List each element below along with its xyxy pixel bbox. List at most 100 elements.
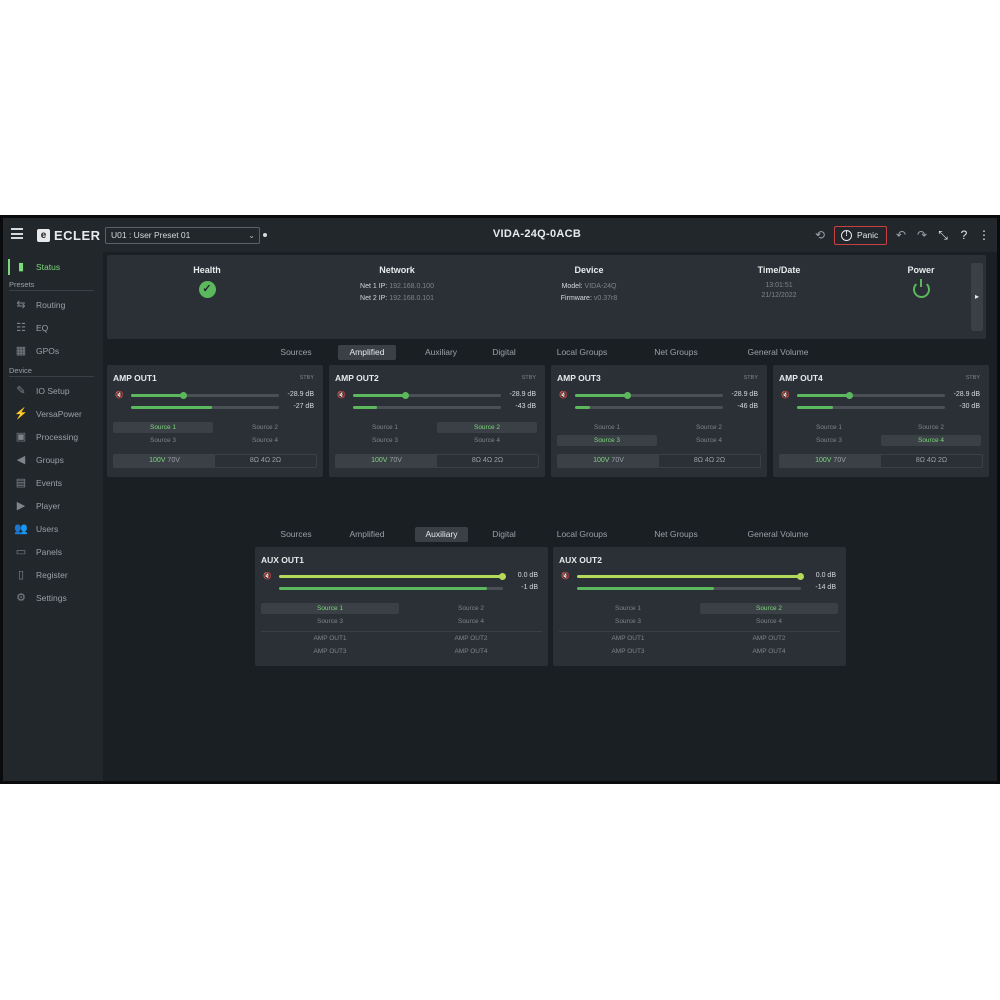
voltage-mode[interactable]: 100V 70V: [336, 455, 437, 467]
source-button[interactable]: Source 3: [779, 435, 879, 446]
source-button[interactable]: Source 2: [437, 422, 537, 433]
panic-button[interactable]: ! Panic: [834, 226, 887, 245]
mute-icon[interactable]: 🔇: [561, 572, 570, 581]
source-button[interactable]: Source 1: [261, 603, 399, 614]
tab-net-groups[interactable]: Net Groups: [641, 527, 711, 542]
amp-source-button[interactable]: AMP OUT4: [700, 646, 838, 657]
volume-knob[interactable]: [797, 573, 804, 580]
source-button[interactable]: Source 4: [881, 435, 981, 446]
source-button[interactable]: Source 4: [659, 435, 759, 446]
source-button[interactable]: Source 1: [335, 422, 435, 433]
redo-icon[interactable]: ↷: [915, 228, 929, 242]
source-button[interactable]: Source 2: [881, 422, 981, 433]
amp-source-button[interactable]: AMP OUT4: [402, 646, 540, 657]
tab-sources[interactable]: Sources: [271, 345, 321, 360]
volume-knob[interactable]: [179, 392, 187, 399]
sidebar-item-settings[interactable]: ⚙ Settings: [3, 589, 103, 607]
source-button[interactable]: Source 4: [215, 435, 315, 446]
mute-icon[interactable]: 🔇: [263, 572, 272, 581]
source-button[interactable]: Source 4: [437, 435, 537, 446]
ohm-mode[interactable]: 8Ω 4Ω 2Ω: [659, 455, 760, 467]
source-button[interactable]: Source 2: [402, 603, 540, 614]
more-icon[interactable]: ⋮: [977, 228, 991, 242]
help-icon[interactable]: ?: [957, 228, 971, 242]
sidebar-item-status[interactable]: ▮ Status: [3, 258, 103, 276]
source-button[interactable]: Source 1: [113, 422, 213, 433]
volume-slider[interactable]: [279, 573, 506, 580]
source-button[interactable]: Source 3: [113, 435, 213, 446]
amp-source-button[interactable]: AMP OUT1: [261, 633, 399, 644]
impedance-selector[interactable]: 100V 70V 8Ω 4Ω 2Ω: [335, 454, 539, 468]
sidebar-item-io-setup[interactable]: ✎ IO Setup: [3, 382, 103, 400]
mute-icon[interactable]: 🔇: [115, 391, 124, 400]
tab-auxiliary[interactable]: Auxiliary: [416, 345, 466, 360]
tab-amplified[interactable]: Amplified: [338, 345, 396, 360]
volume-knob[interactable]: [623, 392, 631, 399]
sidebar-item-users[interactable]: 👥 Users: [3, 520, 103, 538]
tab-amplified[interactable]: Amplified: [338, 527, 396, 542]
ohm-mode[interactable]: 8Ω 4Ω 2Ω: [881, 455, 982, 467]
volume-knob[interactable]: [401, 392, 409, 399]
source-button[interactable]: Source 1: [557, 422, 657, 433]
menu-icon[interactable]: [11, 228, 23, 240]
tab-net-groups[interactable]: Net Groups: [641, 345, 711, 360]
ohm-mode[interactable]: 8Ω 4Ω 2Ω: [437, 455, 538, 467]
tab-auxiliary[interactable]: Auxiliary: [415, 527, 468, 542]
amp-source-button[interactable]: AMP OUT2: [700, 633, 838, 644]
source-button[interactable]: Source 3: [557, 435, 657, 446]
tab-general-volume[interactable]: General Volume: [735, 345, 821, 360]
ohm-mode[interactable]: 8Ω 4Ω 2Ω: [215, 455, 316, 467]
amp-source-button[interactable]: AMP OUT3: [559, 646, 697, 657]
tab-digital[interactable]: Digital: [483, 527, 525, 542]
tab-local-groups[interactable]: Local Groups: [547, 345, 617, 360]
sidebar-item-routing[interactable]: ⇆ Routing: [3, 296, 103, 314]
volume-slider[interactable]: [131, 392, 279, 399]
source-button[interactable]: Source 3: [261, 616, 399, 627]
source-button[interactable]: Source 1: [559, 603, 697, 614]
mute-icon[interactable]: 🔇: [781, 391, 790, 400]
amp-source-button[interactable]: AMP OUT1: [559, 633, 697, 644]
sidebar-item-groups[interactable]: ◀ Groups: [3, 451, 103, 469]
power-icon[interactable]: [912, 279, 930, 298]
source-button[interactable]: Source 2: [659, 422, 759, 433]
tab-sources[interactable]: Sources: [271, 527, 321, 542]
sidebar-item-panels[interactable]: ▭ Panels: [3, 543, 103, 561]
sidebar-item-player[interactable]: ▶ Player: [3, 497, 103, 515]
tab-digital[interactable]: Digital: [483, 345, 525, 360]
volume-slider[interactable]: [575, 392, 723, 399]
volume-slider[interactable]: [797, 392, 945, 399]
voltage-mode[interactable]: 100V 70V: [780, 455, 881, 467]
source-button[interactable]: Source 3: [559, 616, 697, 627]
source-button[interactable]: Source 4: [700, 616, 838, 627]
sidebar-item-gpos[interactable]: ▦ GPOs: [3, 342, 103, 360]
volume-slider[interactable]: [577, 573, 804, 580]
source-button[interactable]: Source 2: [215, 422, 315, 433]
preset-select[interactable]: U01 : User Preset 01 ⌄: [105, 227, 260, 244]
impedance-selector[interactable]: 100V 70V 8Ω 4Ω 2Ω: [779, 454, 983, 468]
status-next-arrow[interactable]: ▸: [971, 263, 983, 331]
mute-icon[interactable]: 🔇: [559, 391, 568, 400]
impedance-selector[interactable]: 100V 70V 8Ω 4Ω 2Ω: [557, 454, 761, 468]
sidebar-item-register[interactable]: ▯ Register: [3, 566, 103, 584]
tab-local-groups[interactable]: Local Groups: [547, 527, 617, 542]
impedance-selector[interactable]: 100V 70V 8Ω 4Ω 2Ω: [113, 454, 317, 468]
collapse-icon[interactable]: ⤡: [936, 228, 950, 242]
tab-general-volume[interactable]: General Volume: [735, 527, 821, 542]
sidebar-item-versapower[interactable]: ⚡ VersaPower: [3, 405, 103, 423]
mute-icon[interactable]: 🔇: [337, 391, 346, 400]
sidebar-item-events[interactable]: ▤ Events: [3, 474, 103, 492]
amp-source-button[interactable]: AMP OUT3: [261, 646, 399, 657]
voltage-mode[interactable]: 100V 70V: [114, 455, 215, 467]
volume-knob[interactable]: [845, 392, 853, 399]
volume-knob[interactable]: [499, 573, 506, 580]
source-button[interactable]: Source 4: [402, 616, 540, 627]
voltage-mode[interactable]: 100V 70V: [558, 455, 659, 467]
amp-source-button[interactable]: AMP OUT2: [402, 633, 540, 644]
link-icon[interactable]: ⟲: [813, 228, 827, 242]
source-button[interactable]: Source 2: [700, 603, 838, 614]
source-button[interactable]: Source 1: [779, 422, 879, 433]
volume-slider[interactable]: [353, 392, 501, 399]
sidebar-item-processing[interactable]: ▣ Processing: [3, 428, 103, 446]
undo-icon[interactable]: ↶: [894, 228, 908, 242]
source-button[interactable]: Source 3: [335, 435, 435, 446]
